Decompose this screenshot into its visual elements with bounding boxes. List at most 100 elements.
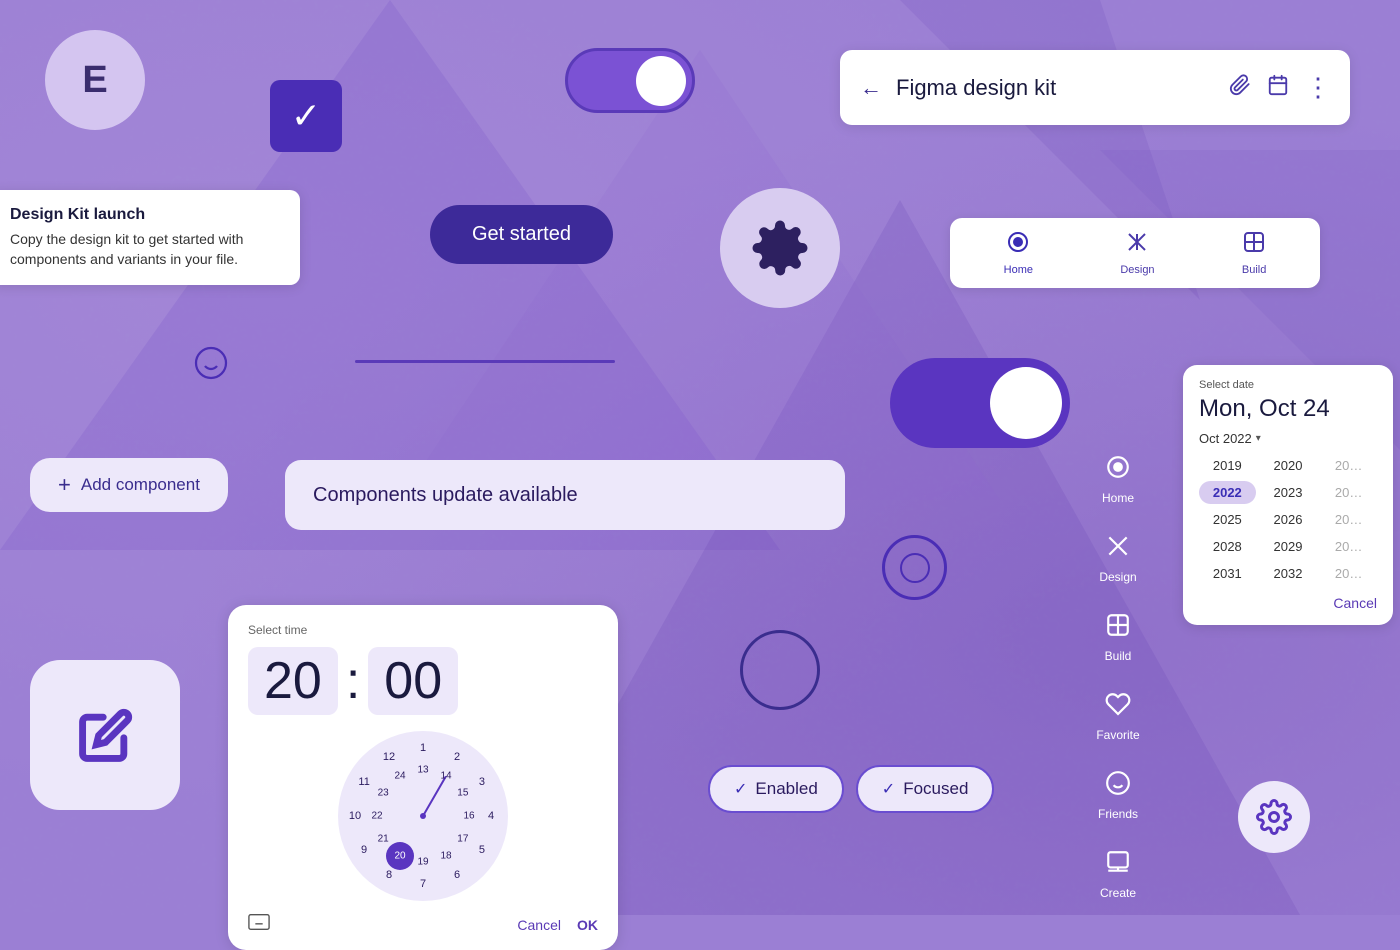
clock-number-19[interactable]: 19 bbox=[417, 857, 428, 868]
chip-focused[interactable]: ✓ Focused bbox=[856, 765, 995, 813]
nav-rail-design[interactable]: Design bbox=[1053, 519, 1183, 598]
time-picker-display: 20 : 00 bbox=[248, 647, 598, 715]
nav-home-label: Home bbox=[1004, 264, 1033, 276]
time-picker-ok[interactable]: OK bbox=[577, 917, 598, 933]
radio-inner bbox=[900, 553, 930, 583]
date-picker-date: Mon, Oct 24 bbox=[1199, 395, 1377, 423]
year-col3-r1[interactable]: 20… bbox=[1320, 454, 1377, 477]
time-colon: : bbox=[346, 651, 360, 711]
nav-rail-home[interactable]: Home bbox=[1053, 440, 1183, 519]
divider bbox=[355, 360, 615, 363]
year-col3-r2[interactable]: 20… bbox=[1320, 481, 1377, 504]
calendar-icon[interactable] bbox=[1267, 74, 1289, 102]
toggle-large[interactable] bbox=[890, 358, 1070, 448]
chip-focused-label: Focused bbox=[903, 779, 968, 799]
clock-number-21[interactable]: 21 bbox=[378, 834, 389, 845]
clock-number-18[interactable]: 18 bbox=[440, 850, 451, 861]
checkmark-icon: ✓ bbox=[291, 98, 321, 134]
chip-focused-check: ✓ bbox=[882, 779, 895, 799]
back-button[interactable]: ← bbox=[860, 75, 882, 101]
date-picker-month: Oct 2022 bbox=[1199, 431, 1252, 446]
rail-favorite-icon bbox=[1105, 691, 1131, 724]
year-col3-r5[interactable]: 20… bbox=[1320, 562, 1377, 585]
year-2022[interactable]: 2022 bbox=[1199, 481, 1256, 504]
add-component-button[interactable]: + Add component bbox=[30, 458, 228, 512]
year-col3-r4[interactable]: 20… bbox=[1320, 535, 1377, 558]
snackbar-body: Copy the design kit to get started with … bbox=[10, 230, 280, 269]
year-2020[interactable]: 2020 bbox=[1260, 454, 1317, 477]
app-bar-title: Figma design kit bbox=[896, 75, 1215, 101]
time-clock[interactable]: 11 12 1 23 24 13 10 22 142 9 21 15 3 820 16 4 7 19 17 5 186 bbox=[338, 731, 508, 901]
time-minutes[interactable]: 00 bbox=[368, 647, 458, 715]
clock-number-9[interactable]: 9 bbox=[361, 844, 367, 856]
attach-icon[interactable] bbox=[1229, 74, 1251, 102]
year-2025[interactable]: 2025 bbox=[1199, 508, 1256, 531]
chip-enabled[interactable]: ✓ Enabled bbox=[708, 765, 844, 813]
time-picker-cancel[interactable]: Cancel bbox=[517, 917, 561, 933]
clock-number-11[interactable]: 11 bbox=[358, 776, 369, 788]
app-bar-icons: ⋮ bbox=[1229, 72, 1330, 103]
fab-label: Add component bbox=[81, 475, 200, 495]
snackbar: Design Kit launch Copy the design kit to… bbox=[0, 190, 300, 285]
clock-number-20[interactable]: 20 bbox=[394, 850, 405, 861]
alert-text: Components update available bbox=[313, 484, 578, 507]
build-nav-icon bbox=[1242, 230, 1266, 260]
clock-number-7[interactable]: 7 bbox=[420, 878, 426, 890]
clock-number-23[interactable]: 23 bbox=[378, 788, 389, 799]
clock-number-14[interactable]: 14 bbox=[440, 771, 451, 782]
date-picker-dropdown-arrow[interactable]: ▾ bbox=[1256, 433, 1261, 444]
rail-create-icon bbox=[1105, 849, 1131, 882]
toggle-top[interactable] bbox=[565, 48, 695, 113]
get-started-button[interactable]: Get started bbox=[430, 205, 613, 264]
clock-number-10[interactable]: 10 bbox=[349, 810, 361, 822]
rail-home-label: Home bbox=[1102, 491, 1134, 505]
clock-number-13[interactable]: 13 bbox=[417, 765, 428, 776]
rail-home-icon bbox=[1105, 454, 1131, 487]
clock-number-2[interactable]: 2 bbox=[454, 751, 460, 763]
chip-enabled-label: Enabled bbox=[755, 779, 817, 799]
clock-number-12[interactable]: 12 bbox=[383, 751, 395, 763]
year-2029[interactable]: 2029 bbox=[1260, 535, 1317, 558]
clock-number-3[interactable]: 3 bbox=[479, 776, 485, 788]
nav-rail-create[interactable]: Create bbox=[1053, 835, 1183, 914]
time-hours[interactable]: 20 bbox=[248, 647, 338, 715]
clock-number-22[interactable]: 22 bbox=[371, 811, 382, 822]
keyboard-icon[interactable] bbox=[248, 913, 270, 936]
year-2026[interactable]: 2026 bbox=[1260, 508, 1317, 531]
clock-number-17[interactable]: 17 bbox=[457, 834, 468, 845]
clock-number-4[interactable]: 4 bbox=[488, 810, 494, 822]
year-2023[interactable]: 2023 bbox=[1260, 481, 1317, 504]
nav-rail-favorite[interactable]: Favorite bbox=[1053, 677, 1183, 756]
app-bar: ← Figma design kit ⋮ bbox=[840, 50, 1350, 125]
settings-icon bbox=[750, 218, 810, 278]
settings-gear-bottom-right[interactable] bbox=[1238, 781, 1310, 853]
edit-fab[interactable] bbox=[30, 660, 180, 810]
clock-number-6[interactable]: 6 bbox=[454, 869, 460, 881]
clock-number-8[interactable]: 8 bbox=[386, 869, 392, 881]
nav-rail-friends[interactable]: Friends bbox=[1053, 756, 1183, 835]
clock-number-24[interactable]: 24 bbox=[394, 771, 405, 782]
avatar: E bbox=[45, 30, 145, 130]
date-picker-cancel[interactable]: Cancel bbox=[1333, 595, 1377, 611]
year-2032[interactable]: 2032 bbox=[1260, 562, 1317, 585]
time-picker: Select time 20 : 00 11121232413102214292… bbox=[228, 605, 618, 950]
nav-item-build[interactable]: Build bbox=[1242, 230, 1266, 276]
nav-rail-build[interactable]: Build bbox=[1053, 598, 1183, 677]
clock-number-1[interactable]: 1 bbox=[420, 742, 426, 754]
nav-item-design[interactable]: Design bbox=[1120, 230, 1154, 276]
more-icon[interactable]: ⋮ bbox=[1305, 72, 1330, 103]
avatar-label: E bbox=[82, 59, 107, 102]
year-col3-r3[interactable]: 20… bbox=[1320, 508, 1377, 531]
nav-item-home[interactable]: Home bbox=[1004, 230, 1033, 276]
year-2019[interactable]: 2019 bbox=[1199, 454, 1256, 477]
nav-build-label: Build bbox=[1242, 264, 1266, 276]
clock-number-5[interactable]: 5 bbox=[479, 844, 485, 856]
clock-number-15[interactable]: 15 bbox=[457, 788, 468, 799]
clock-number-16[interactable]: 16 bbox=[463, 811, 474, 822]
year-2028[interactable]: 2028 bbox=[1199, 535, 1256, 558]
checkbox[interactable]: ✓ bbox=[270, 80, 342, 152]
radio-button[interactable] bbox=[882, 535, 947, 600]
rail-build-icon bbox=[1105, 612, 1131, 645]
year-2031[interactable]: 2031 bbox=[1199, 562, 1256, 585]
plus-icon: + bbox=[58, 472, 71, 498]
